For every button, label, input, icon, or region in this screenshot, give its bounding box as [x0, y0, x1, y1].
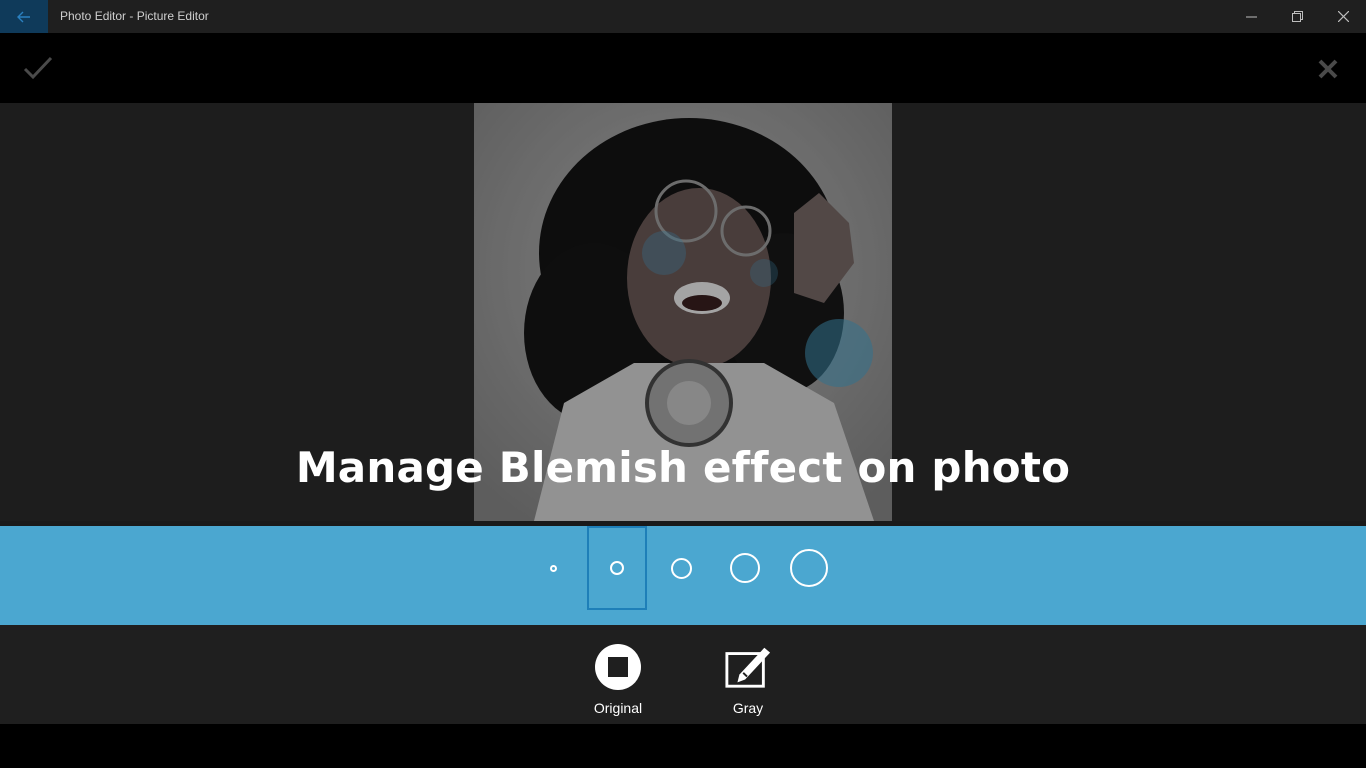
minimize-button[interactable]	[1228, 0, 1274, 33]
checkmark-icon	[23, 56, 53, 80]
tool-original-label: Original	[593, 700, 643, 716]
photo-canvas[interactable]: Manage Blemish effect on photo	[0, 103, 1366, 524]
brush-size-1[interactable]	[523, 526, 583, 610]
apply-button[interactable]	[18, 50, 58, 86]
brush-dot-icon	[670, 557, 692, 579]
original-icon	[594, 643, 642, 691]
brush-dot-icon	[549, 564, 557, 572]
minimize-icon	[1245, 16, 1257, 18]
brush-dot-icon	[730, 553, 760, 583]
brush-dot-icon	[790, 549, 828, 587]
tool-original[interactable]: Original	[573, 643, 663, 718]
restore-icon	[1291, 11, 1303, 22]
editor-toolbar	[0, 33, 1366, 103]
brush-size-3[interactable]	[651, 526, 711, 610]
close-button[interactable]	[1320, 0, 1366, 33]
maximize-button[interactable]	[1274, 0, 1320, 33]
title-bar: Photo Editor - Picture Editor	[0, 0, 1366, 33]
footer-bar	[0, 724, 1366, 768]
tool-gray[interactable]: Gray	[703, 643, 793, 718]
brush-size-strip	[0, 526, 1366, 625]
cancel-button[interactable]	[1310, 51, 1346, 87]
close-icon	[1337, 11, 1349, 22]
back-arrow-icon	[17, 11, 30, 22]
window-title: Photo Editor - Picture Editor	[60, 9, 209, 23]
brush-dot-icon	[610, 561, 624, 575]
bottom-tool-bar: Original Gray	[0, 625, 1366, 724]
back-button[interactable]	[0, 0, 48, 33]
brush-size-4[interactable]	[715, 526, 775, 610]
close-x-icon	[1318, 59, 1338, 79]
edit-pen-icon	[724, 643, 772, 691]
brush-size-2[interactable]	[587, 526, 647, 610]
tool-gray-label: Gray	[732, 700, 764, 716]
headline-text: Manage Blemish effect on photo	[295, 443, 1071, 492]
brush-size-5[interactable]	[779, 526, 839, 610]
